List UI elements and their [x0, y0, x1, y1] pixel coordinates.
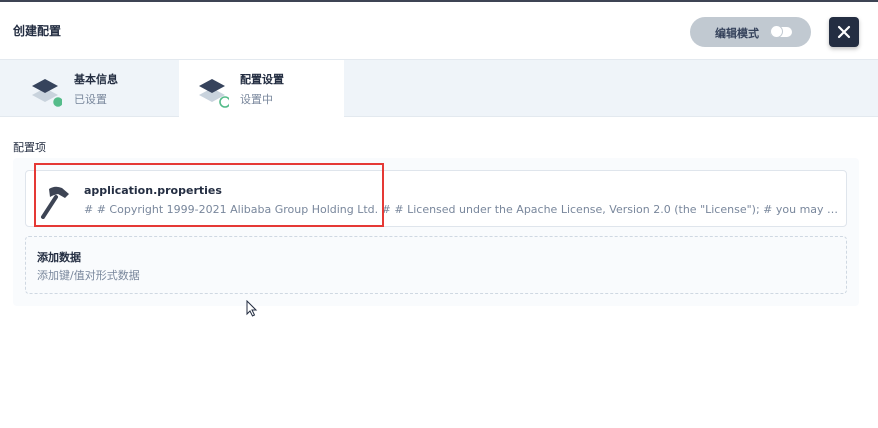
page-title: 创建配置	[13, 24, 62, 38]
step-config-settings[interactable]: 配置设置 设置中	[179, 60, 344, 118]
step-basic-info[interactable]: 基本信息 已设置	[0, 60, 179, 118]
layers-icon	[32, 79, 62, 108]
edit-mode-switch[interactable]	[770, 25, 792, 38]
add-data-description: 添加键/值对形式数据	[37, 269, 140, 282]
mouse-cursor-icon	[246, 300, 258, 317]
edit-mode-toggle[interactable]: 编辑模式	[690, 17, 811, 47]
add-data-title: 添加数据	[37, 251, 81, 264]
close-icon	[837, 25, 851, 39]
config-item-card[interactable]: application.properties # # Copyright 199…	[25, 170, 847, 227]
config-item-preview: # # Copyright 1999-2021 Alibaba Group Ho…	[84, 203, 840, 216]
add-data-button[interactable]: 添加数据 添加键/值对形式数据	[25, 236, 847, 294]
layers-icon	[199, 79, 229, 108]
section-label: 配置项	[13, 141, 46, 154]
edit-mode-label: 编辑模式	[715, 27, 759, 40]
step-status: 已设置	[74, 93, 107, 106]
close-button[interactable]	[829, 17, 859, 47]
step-title: 基本信息	[74, 73, 118, 86]
config-items-panel: application.properties # # Copyright 199…	[13, 158, 859, 306]
config-item-title: application.properties	[84, 184, 222, 197]
switch-knob	[770, 25, 783, 38]
hammer-icon	[41, 186, 69, 219]
step-bar: 基本信息 已设置 配置设置 设置中	[0, 59, 878, 118]
step-status: 设置中	[240, 93, 273, 106]
modal-header: 创建配置 编辑模式	[0, 2, 878, 59]
step-title: 配置设置	[240, 73, 284, 86]
